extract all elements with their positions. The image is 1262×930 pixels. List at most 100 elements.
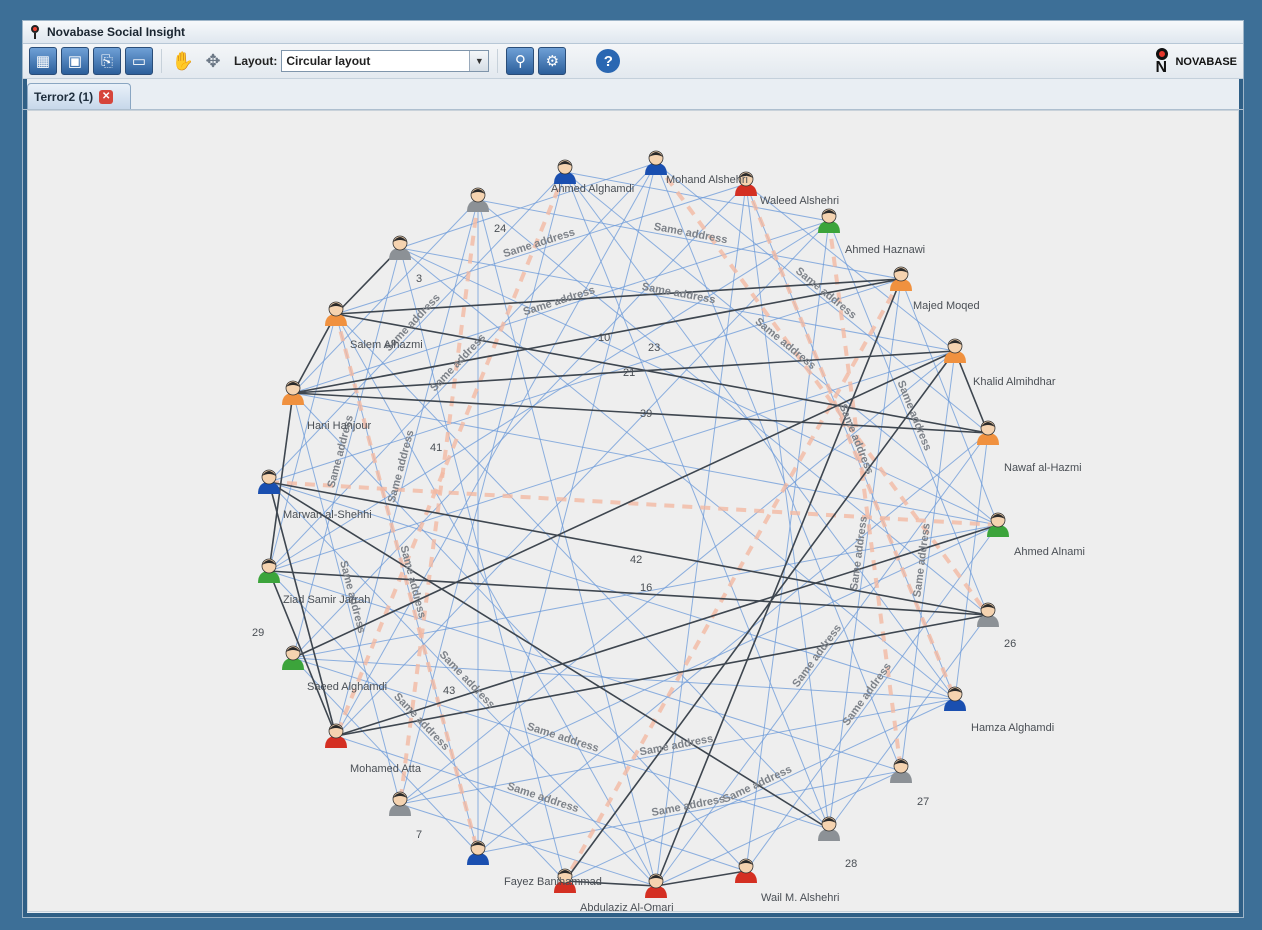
edge-layer (268, 161, 999, 887)
person-node[interactable]: Waleed Alshehri (735, 171, 839, 207)
edge-label: Same address (639, 733, 715, 759)
relation-edge[interactable] (655, 770, 902, 887)
app-window: Novabase Social Insight ▦ ▣ ⎘ ▭ ✋ ✥ Layo… (22, 20, 1244, 918)
node-label: Waleed Alshehri (760, 195, 839, 207)
edge-label: Same address (651, 793, 727, 819)
screen-icon[interactable]: ▭ (125, 47, 153, 75)
edge-label: Same address (525, 721, 600, 755)
person-node[interactable]: Majed Moqed (890, 266, 980, 312)
export-icon[interactable]: ⎘ (93, 47, 121, 75)
strong-relation-edge[interactable] (954, 350, 989, 434)
node-label: Hani Hanjour (307, 420, 372, 432)
node-label: Ahmed Alghamdi (551, 183, 634, 195)
help-icon[interactable]: ? (596, 49, 621, 73)
edge-label: Same address (790, 622, 844, 689)
edge-label: Same address (428, 332, 488, 394)
person-node[interactable]: 28 (818, 816, 857, 870)
layout-select-value: Circular layout (286, 54, 371, 68)
toolbar: ▦ ▣ ⎘ ▭ ✋ ✥ Layout: Circular layout ▼ ⚲ … (23, 44, 1243, 79)
person-node[interactable]: 26 (977, 602, 1016, 650)
person-node[interactable]: Ahmed Alnami (987, 512, 1085, 558)
person-node[interactable]: Nawaf al-Hazmi (977, 420, 1082, 474)
edge-count-label: 21 (623, 367, 635, 379)
relation-edge[interactable] (477, 162, 657, 854)
node-label: 27 (917, 796, 929, 808)
toolbar-separator (161, 49, 162, 73)
person-node[interactable]: 24 (467, 187, 506, 235)
edge-count-label: 39 (640, 408, 652, 420)
edge-count-label: 41 (430, 442, 442, 454)
edge-count-label: 43 (443, 685, 455, 697)
edge-label: Same address (793, 265, 858, 321)
node-label: 28 (845, 858, 857, 870)
relation-edge[interactable] (564, 171, 999, 526)
title-bar: Novabase Social Insight (23, 21, 1243, 44)
strong-relation-edge[interactable] (655, 870, 747, 887)
node-label: Mohamed Atta (350, 763, 422, 775)
save-icon[interactable]: ▣ (61, 47, 89, 75)
node-label: Nawaf al-Hazmi (1004, 462, 1082, 474)
node-label: Hamza Alghamdi (971, 722, 1054, 734)
graph-canvas[interactable]: Same address Same address Same address Same… (27, 110, 1239, 912)
hand-tool-icon[interactable]: ✋ (170, 48, 196, 74)
node-label: Wail M. Alshehri (761, 892, 839, 904)
node-label: 24 (494, 223, 506, 235)
relation-edge[interactable] (399, 162, 657, 249)
strong-relation-edge[interactable] (564, 350, 956, 882)
layout-select[interactable]: Circular layout ▼ (281, 50, 490, 72)
edge-label: Same address (386, 429, 417, 504)
window-title: Novabase Social Insight (47, 25, 186, 39)
edge-count-label: 10 (598, 332, 610, 344)
node-label: Ahmed Haznawi (845, 244, 925, 256)
layout-label: Layout: (234, 54, 278, 68)
person-node[interactable]: Saeed Alghamdi (282, 645, 387, 693)
person-node[interactable]: Hamza Alghamdi (944, 686, 1054, 734)
novabase-logo-icon: N (1153, 48, 1171, 76)
strong-relation-edge[interactable] (268, 570, 989, 616)
node-label: Ziad Samir Jarrah (283, 594, 370, 606)
person-node[interactable]: Mohamed Atta (325, 723, 422, 775)
tab-terror2[interactable]: Terror2 (1) ✕ (27, 83, 131, 109)
relation-edge[interactable] (399, 803, 657, 887)
node-label: Majed Moqed (913, 300, 980, 312)
chevron-down-icon[interactable]: ▼ (469, 51, 489, 71)
node-label: 7 (416, 829, 422, 841)
network-graph: Same address Same address Same address Same… (252, 150, 1085, 911)
person-node[interactable]: Wail M. Alshehri (735, 858, 839, 904)
relation-edge[interactable] (292, 657, 956, 700)
search-icon[interactable]: ⚲ (506, 47, 535, 75)
edge-count-label: 23 (648, 342, 660, 354)
person-node[interactable]: Ahmed Haznawi (818, 208, 925, 256)
relation-edge[interactable] (954, 432, 989, 700)
dashed-relation-edge[interactable] (334, 171, 567, 737)
strong-relation-edge[interactable] (335, 524, 999, 737)
node-label: 3 (416, 273, 422, 285)
edge-label: Same address (397, 544, 428, 619)
edge-count-label: 42 (630, 554, 642, 566)
dashed-relation-edge[interactable] (268, 480, 999, 527)
move-tool-icon[interactable]: ✥ (200, 48, 226, 74)
relation-edge[interactable] (335, 199, 479, 737)
person-node[interactable]: Mohand Alshehri (645, 150, 748, 186)
edge-label: Same address (506, 780, 581, 815)
new-graph-icon[interactable]: ▦ (29, 47, 57, 75)
toolbar-separator (497, 49, 499, 73)
node-label: Mohand Alshehri (666, 174, 748, 186)
node-label: Fayez Banihammad (504, 876, 602, 888)
settings-gear-icon[interactable]: ⚙ (538, 47, 567, 75)
node-label: Saeed Alghamdi (307, 681, 387, 693)
node-label: Salem Alhazmi (350, 339, 423, 351)
node-label: Ahmed Alnami (1014, 546, 1085, 558)
edge-count-label: 29 (252, 627, 264, 639)
brand: N NOVABASE (1153, 48, 1237, 76)
node-label: Abdulaziz Al-Omari (580, 902, 674, 911)
node-layer: Abdulaziz Al-OmariSatam Al SuqamiWail M.… (258, 150, 1085, 911)
brand-name: NOVABASE (1175, 56, 1237, 68)
person-node[interactable]: 27 (890, 758, 929, 808)
person-node[interactable]: 3 (389, 235, 422, 285)
edge-label: Same address (502, 226, 577, 260)
node-label: Marwan al-Shehhi (283, 509, 372, 521)
close-icon[interactable]: ✕ (99, 89, 114, 104)
person-node[interactable]: 7 (389, 791, 422, 841)
node-label: Khalid Almihdhar (973, 376, 1056, 388)
